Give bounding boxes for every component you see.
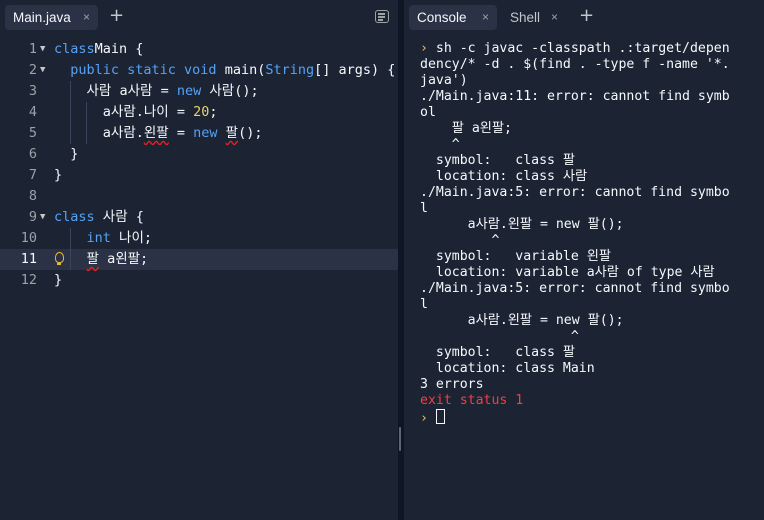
code-text: public static void main(String[] args) { <box>70 62 396 78</box>
line-number: 5 <box>28 125 37 141</box>
console-line: symbol: class 팔 <box>420 153 576 168</box>
console-line: › sh -c javac -classpath .:target/depen <box>420 41 730 56</box>
editor-tab-bar: Main.java × + <box>0 0 398 35</box>
console-line: › <box>420 409 764 426</box>
resize-handle[interactable] <box>399 427 401 451</box>
prompt-chevron-icon: › <box>420 41 436 56</box>
code-line[interactable]: 7} <box>0 165 398 186</box>
tab-shell[interactable]: Shell × <box>502 5 566 30</box>
add-tab-icon[interactable]: + <box>579 6 594 26</box>
console-line: 팔 a왼팔; <box>420 121 512 136</box>
console-line: exit status 1 <box>420 393 524 408</box>
terminal-cursor[interactable] <box>435 409 445 424</box>
code-text: } <box>54 167 63 183</box>
console-line: ol <box>420 105 436 120</box>
editor-pane: Main.java × + 1 ▼ classMain {2 ▼ public sta… <box>0 0 398 520</box>
console-line: 3 errors <box>420 377 484 392</box>
code-line[interactable]: 3 사람 a사람 = new 사람(); <box>0 81 398 102</box>
line-number: 12 <box>20 272 37 288</box>
close-icon[interactable]: × <box>482 10 489 24</box>
line-number: 7 <box>28 167 37 183</box>
console-line: ./Main.java:5: error: cannot find symbo <box>420 281 730 296</box>
code-text: classMain { <box>54 41 144 57</box>
console-line: ^ <box>420 137 460 152</box>
code-text: 팔 a왼팔; <box>86 251 149 267</box>
panel-menu-icon[interactable] <box>375 10 389 23</box>
code-line[interactable]: 10 int 나이; <box>0 228 398 249</box>
code-line[interactable]: 9 ▼ class 사람 { <box>0 207 398 228</box>
console-line: l <box>420 297 428 312</box>
line-number: 10 <box>20 230 37 246</box>
code-line[interactable]: 8 <box>0 186 398 207</box>
console-output[interactable]: › sh -c javac -classpath .:target/depen d… <box>420 41 764 426</box>
code-line[interactable]: 5 a사람.왼팔 = new 팔(); <box>0 123 398 144</box>
console-line: ^ <box>420 233 500 248</box>
console-line: location: class 사람 <box>420 169 588 184</box>
code-line[interactable]: 2 ▼ public static void main(String[] args… <box>0 60 398 81</box>
line-number: 9 <box>28 209 37 225</box>
line-number: 3 <box>28 83 37 99</box>
console-line: dency/* -d . $(find . -type f -name '*. <box>420 57 730 72</box>
console-line: a사람.왼팔 = new 팔(); <box>420 313 624 328</box>
console-line: ./Main.java:11: error: cannot find symb <box>420 89 730 104</box>
console-line: symbol: class 팔 <box>420 345 576 360</box>
line-number: 6 <box>28 146 37 162</box>
tab-label: Console <box>417 10 467 25</box>
tab-label: Shell <box>510 10 541 25</box>
tab-label: Main.java <box>13 10 71 25</box>
console-line: l <box>420 201 428 216</box>
line-number: 11 <box>20 251 37 267</box>
console-line: location: class Main <box>420 361 595 376</box>
add-tab-icon[interactable]: + <box>109 6 124 26</box>
fold-chevron-icon[interactable]: ▼ <box>40 207 45 228</box>
console-line: a사람.왼팔 = new 팔(); <box>420 217 624 232</box>
prompt-chevron-icon: › <box>420 411 436 426</box>
console-line: location: variable a사람 of type 사람 <box>420 265 715 280</box>
code-line[interactable]: 11 팔 a왼팔; <box>0 249 398 270</box>
console-line: ^ <box>420 329 579 344</box>
code-text: a사람.나이 = 20; <box>54 104 218 120</box>
console-line: symbol: variable 왼팔 <box>420 249 611 264</box>
code-line[interactable]: 12} <box>0 270 398 291</box>
code-line[interactable]: 6 } <box>0 144 398 165</box>
close-icon[interactable]: × <box>551 10 558 24</box>
code-text: } <box>54 146 79 162</box>
tab-main-java[interactable]: Main.java × <box>5 5 98 30</box>
code-text: a사람.왼팔 = new 팔(); <box>54 125 263 141</box>
console-tab-bar: Console × Shell × + <box>404 0 764 35</box>
code-line[interactable]: 1 ▼ classMain { <box>0 39 398 60</box>
code-text: 사람 a사람 = new 사람(); <box>54 83 259 99</box>
code-text: } <box>54 272 63 288</box>
code-text: int 나이; <box>86 230 153 246</box>
line-number: 4 <box>28 104 37 120</box>
close-icon[interactable]: × <box>83 10 90 24</box>
console-line: java') <box>420 73 468 88</box>
console-line: ./Main.java:5: error: cannot find symbo <box>420 185 730 200</box>
console-pane: Console × Shell × + › sh -c javac -class… <box>404 0 764 520</box>
fold-chevron-icon[interactable]: ▼ <box>40 60 45 81</box>
tab-console[interactable]: Console × <box>409 5 497 30</box>
code-line[interactable]: 4 a사람.나이 = 20; <box>0 102 398 123</box>
line-number: 1 <box>28 41 37 57</box>
code-text: class 사람 { <box>54 209 144 225</box>
line-number: 2 <box>28 62 37 78</box>
line-number: 8 <box>28 188 37 204</box>
fold-chevron-icon[interactable]: ▼ <box>40 39 45 60</box>
